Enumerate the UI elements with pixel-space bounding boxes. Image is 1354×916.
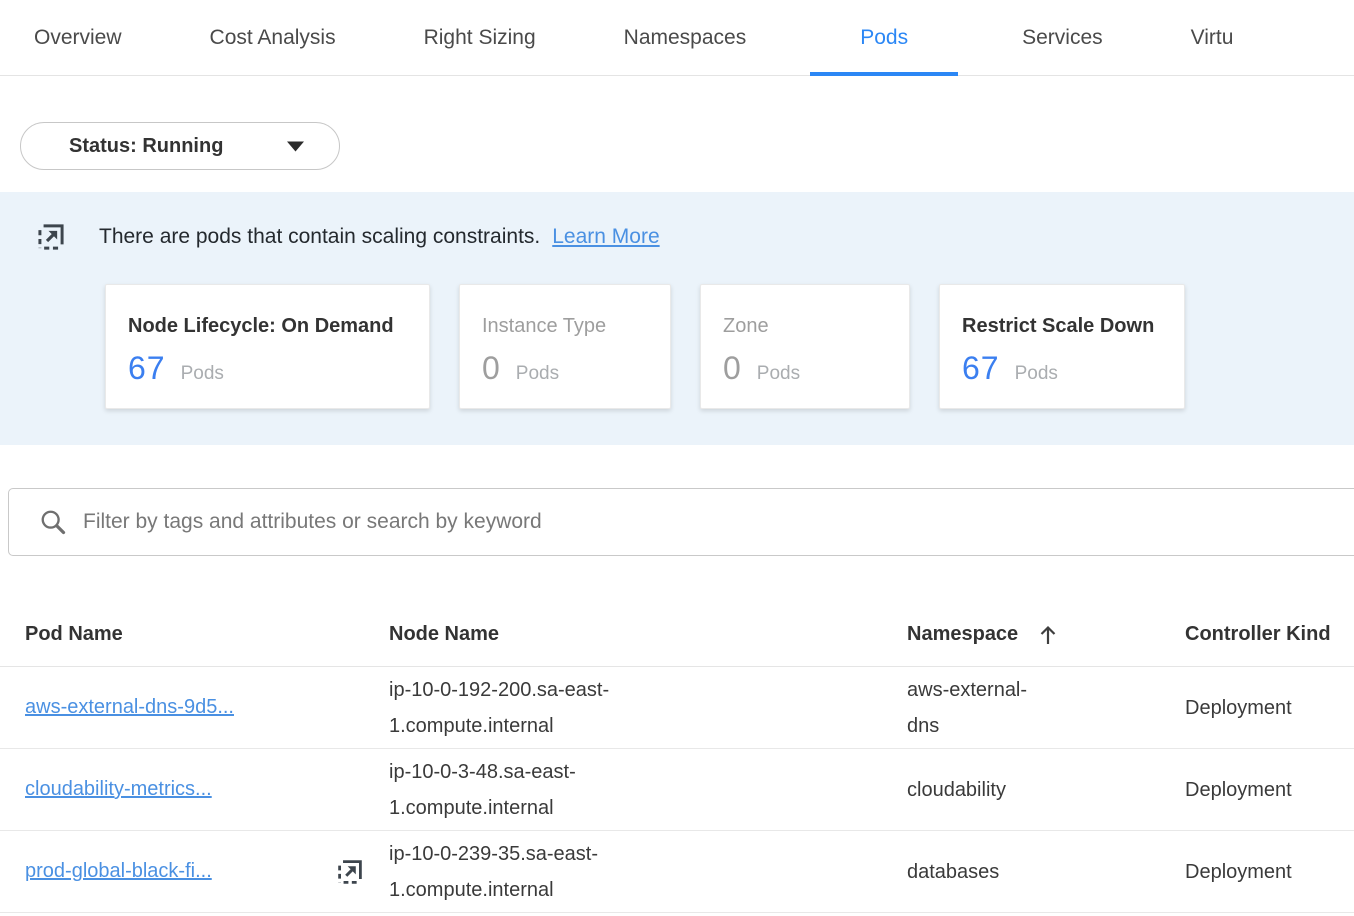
node-name-cell: ip-10-0-239-35.sa-east-1.compute.interna… (389, 836, 639, 908)
status-filter-dropdown[interactable]: Status: Running (20, 122, 340, 170)
status-filter-label: Status: Running (69, 135, 286, 158)
pods-table: Pod Name Node Name Namespace Controller … (0, 603, 1354, 913)
table-header-row: Pod Name Node Name Namespace Controller … (0, 603, 1354, 667)
controller-kind-cell: Deployment (1185, 854, 1354, 890)
card-unit: Pods (1015, 363, 1058, 385)
pod-name-link[interactable]: prod-global-black-fi... (25, 860, 212, 883)
column-header-namespace[interactable]: Namespace (907, 623, 1185, 646)
tab-pods[interactable]: Pods (810, 0, 958, 75)
controller-kind-cell: Deployment (1185, 772, 1354, 808)
card-zone[interactable]: Zone 0 Pods (700, 284, 910, 409)
namespace-cell: databases (907, 854, 1047, 890)
pod-name-link[interactable]: cloudability-metrics... (25, 778, 212, 801)
card-title: Node Lifecycle: On Demand (128, 315, 405, 338)
search-icon (39, 508, 67, 536)
table-row: cloudability-metrics... ip-10-0-3-48.sa-… (0, 749, 1354, 831)
scaling-constraints-banner: There are pods that contain scaling cons… (0, 192, 1354, 445)
namespace-cell: cloudability (907, 772, 1047, 808)
filter-row: Status: Running (20, 122, 1354, 170)
card-value: 67 (962, 350, 1000, 387)
card-restrict-scale-down[interactable]: Restrict Scale Down 67 Pods (939, 284, 1185, 409)
tab-cost-analysis[interactable]: Cost Analysis (186, 0, 360, 75)
scale-out-icon (35, 221, 67, 253)
banner-message: There are pods that contain scaling cons… (99, 225, 540, 249)
node-name-cell: ip-10-0-3-48.sa-east-1.compute.internal (389, 754, 639, 826)
card-value: 0 (482, 350, 501, 387)
card-value: 0 (723, 350, 742, 387)
tab-overview[interactable]: Overview (10, 0, 146, 75)
constraint-cards: Node Lifecycle: On Demand 67 Pods Instan… (105, 284, 1354, 409)
card-title: Zone (723, 315, 885, 338)
controller-kind-cell: Deployment (1185, 690, 1354, 726)
card-unit: Pods (181, 363, 224, 385)
column-header-node-name[interactable]: Node Name (389, 623, 907, 646)
card-instance-type[interactable]: Instance Type 0 Pods (459, 284, 671, 409)
tab-bar: Overview Cost Analysis Right Sizing Name… (0, 0, 1354, 76)
card-title: Restrict Scale Down (962, 315, 1160, 338)
card-value: 67 (128, 350, 166, 387)
learn-more-link[interactable]: Learn More (552, 225, 659, 249)
card-unit: Pods (757, 363, 800, 385)
pod-name-link[interactable]: aws-external-dns-9d5... (25, 696, 234, 719)
sort-ascending-icon (1038, 624, 1058, 646)
node-name-cell: ip-10-0-192-200.sa-east-1.compute.intern… (389, 672, 639, 744)
search-input[interactable] (81, 509, 1354, 535)
scale-out-icon (335, 857, 365, 887)
table-row: prod-global-black-fi... ip-10-0-239-35.s… (0, 831, 1354, 913)
tab-right-sizing[interactable]: Right Sizing (400, 0, 560, 75)
column-header-controller-kind[interactable]: Controller Kind (1185, 623, 1354, 646)
tab-virtual[interactable]: Virtu (1167, 0, 1258, 75)
search-bar (8, 488, 1354, 556)
card-title: Instance Type (482, 315, 646, 338)
column-header-pod-name[interactable]: Pod Name (25, 623, 389, 646)
card-node-lifecycle[interactable]: Node Lifecycle: On Demand 67 Pods (105, 284, 430, 409)
table-row: aws-external-dns-9d5... ip-10-0-192-200.… (0, 667, 1354, 749)
namespace-cell: aws-external-dns (907, 672, 1047, 744)
chevron-down-icon (286, 140, 305, 153)
card-unit: Pods (516, 363, 559, 385)
tab-namespaces[interactable]: Namespaces (600, 0, 771, 75)
tab-services[interactable]: Services (998, 0, 1127, 75)
